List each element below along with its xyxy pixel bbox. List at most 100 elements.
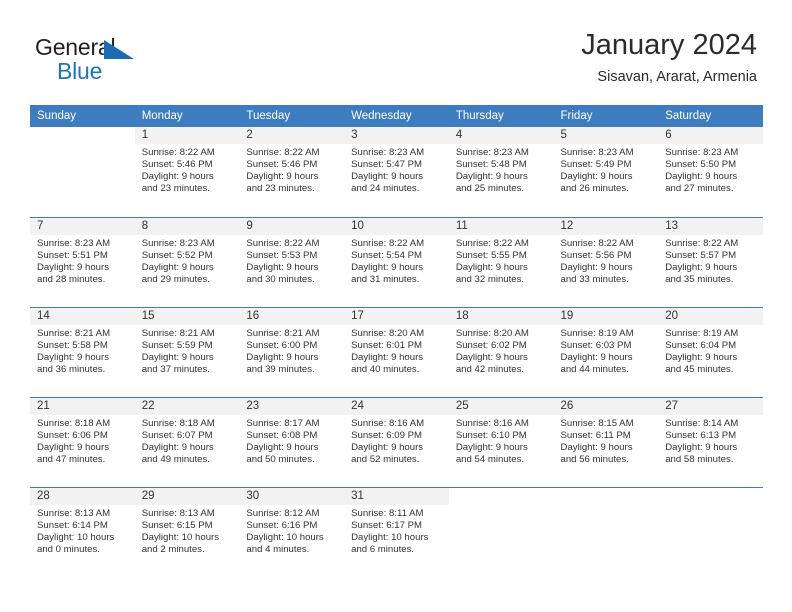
day-details: Sunrise: 8:23 AM Sunset: 5:47 PM Dayligh… [344, 144, 449, 195]
calendar-day-cell[interactable]: 23 Sunrise: 8:17 AM Sunset: 6:08 PM Dayl… [239, 396, 345, 487]
calendar-day-cell[interactable]: 29 Sunrise: 8:13 AM Sunset: 6:15 PM Dayl… [134, 486, 240, 577]
sunrise-text: Sunrise: 8:18 AM [37, 417, 111, 429]
calendar-day-cell[interactable]: 15 Sunrise: 8:21 AM Sunset: 5:59 PM Dayl… [134, 306, 240, 397]
sunrise-text: Sunrise: 8:22 AM [246, 147, 320, 158]
sunrise-text: Sunrise: 8:23 AM [665, 147, 739, 158]
daylight-text-line2: and 28 minutes. [37, 273, 106, 285]
calendar-day-cell[interactable] [658, 486, 763, 577]
calendar-day-cell[interactable]: 27 Sunrise: 8:14 AM Sunset: 6:13 PM Dayl… [658, 396, 763, 487]
calendar-day-cell[interactable]: 22 Sunrise: 8:18 AM Sunset: 6:07 PM Dayl… [134, 396, 240, 487]
calendar-body: 1 Sunrise: 8:22 AM Sunset: 5:46 PM Dayli… [30, 127, 763, 577]
day-cell-content: 1 Sunrise: 8:22 AM Sunset: 5:46 PM Dayli… [134, 127, 240, 216]
day-cell-content: 18 Sunrise: 8:20 AM Sunset: 6:02 PM Dayl… [448, 307, 554, 397]
daylight-text-line2: and 36 minutes. [37, 363, 106, 375]
calendar-day-cell[interactable]: 17 Sunrise: 8:20 AM Sunset: 6:01 PM Dayl… [344, 306, 449, 397]
sunrise-text: Sunrise: 8:19 AM [665, 327, 739, 339]
calendar-day-cell[interactable]: 25 Sunrise: 8:16 AM Sunset: 6:10 PM Dayl… [448, 396, 554, 487]
sunrise-text: Sunrise: 8:22 AM [560, 237, 634, 249]
calendar-day-cell[interactable]: 3 Sunrise: 8:23 AM Sunset: 5:47 PM Dayli… [344, 127, 449, 217]
calendar-day-cell[interactable]: 6 Sunrise: 8:23 AM Sunset: 5:50 PM Dayli… [658, 127, 763, 217]
daylight-text-line1: Daylight: 10 hours [37, 531, 115, 543]
weekday-header-friday: Friday [553, 105, 659, 127]
day-number: 6 [658, 127, 763, 144]
sunset-text: Sunset: 5:59 PM [141, 339, 213, 351]
day-cell-content: 27 Sunrise: 8:14 AM Sunset: 6:13 PM Dayl… [658, 397, 763, 487]
calendar-day-cell[interactable]: 12 Sunrise: 8:22 AM Sunset: 5:56 PM Dayl… [553, 216, 659, 307]
daylight-text-line1: Daylight: 9 hours [351, 171, 424, 183]
calendar-day-cell[interactable] [448, 486, 554, 577]
daylight-text-line1: Daylight: 9 hours [37, 441, 109, 453]
daylight-text-line2: and 23 minutes. [246, 183, 315, 195]
sunset-text: Sunset: 6:16 PM [246, 519, 318, 531]
day-cell-content: 9 Sunrise: 8:22 AM Sunset: 5:53 PM Dayli… [239, 217, 345, 307]
calendar-day-cell[interactable]: 28 Sunrise: 8:13 AM Sunset: 6:14 PM Dayl… [30, 486, 135, 577]
triangle-icon [104, 40, 134, 59]
calendar-day-cell[interactable]: 5 Sunrise: 8:23 AM Sunset: 5:49 PM Dayli… [553, 127, 659, 217]
daylight-text-line2: and 0 minutes. [37, 543, 100, 555]
sunset-text: Sunset: 6:15 PM [141, 519, 213, 531]
sunrise-text: Sunrise: 8:23 AM [37, 237, 111, 249]
day-cell-content: 19 Sunrise: 8:19 AM Sunset: 6:03 PM Dayl… [553, 307, 659, 397]
calendar-page: General Blue January 2024 Sisavan, Arara… [0, 0, 792, 612]
day-cell-content: 16 Sunrise: 8:21 AM Sunset: 6:00 PM Dayl… [239, 307, 345, 397]
day-cell-content: 14 Sunrise: 8:21 AM Sunset: 5:58 PM Dayl… [30, 307, 135, 397]
sunset-text: Sunset: 6:10 PM [455, 429, 527, 441]
daylight-text-line2: and 37 minutes. [141, 363, 210, 375]
day-details: Sunrise: 8:20 AM Sunset: 6:02 PM Dayligh… [449, 325, 554, 376]
day-cell-content: 31 Sunrise: 8:11 AM Sunset: 6:17 PM Dayl… [344, 487, 449, 577]
calendar-day-cell[interactable]: 14 Sunrise: 8:21 AM Sunset: 5:58 PM Dayl… [30, 306, 135, 397]
daylight-text-line1: Daylight: 9 hours [37, 261, 109, 273]
calendar-day-cell[interactable]: 11 Sunrise: 8:22 AM Sunset: 5:55 PM Dayl… [448, 216, 554, 307]
daylight-text-line1: Daylight: 9 hours [141, 351, 214, 363]
day-details: Sunrise: 8:22 AM Sunset: 5:46 PM Dayligh… [135, 144, 240, 195]
calendar-day-cell[interactable] [30, 127, 135, 217]
calendar-day-cell[interactable]: 18 Sunrise: 8:20 AM Sunset: 6:02 PM Dayl… [448, 306, 554, 397]
calendar-day-cell[interactable]: 30 Sunrise: 8:12 AM Sunset: 6:16 PM Dayl… [239, 486, 345, 577]
calendar-day-cell[interactable] [553, 486, 659, 577]
calendar-day-cell[interactable]: 24 Sunrise: 8:16 AM Sunset: 6:09 PM Dayl… [344, 396, 449, 487]
daylight-text-line1: Daylight: 9 hours [141, 171, 214, 183]
calendar-day-cell[interactable]: 10 Sunrise: 8:22 AM Sunset: 5:54 PM Dayl… [344, 216, 449, 307]
daylight-text-line2: and 47 minutes. [37, 453, 106, 465]
sunset-text: Sunset: 5:47 PM [351, 159, 423, 171]
calendar-day-cell[interactable]: 7 Sunrise: 8:23 AM Sunset: 5:51 PM Dayli… [30, 216, 135, 307]
sunset-text: Sunset: 6:17 PM [351, 519, 423, 531]
page-header: General Blue January 2024 Sisavan, Arara… [0, 28, 792, 98]
day-number: 22 [134, 397, 240, 415]
day-details: Sunrise: 8:21 AM Sunset: 5:59 PM Dayligh… [135, 325, 240, 376]
daylight-text-line2: and 50 minutes. [246, 453, 315, 465]
sunset-text: Sunset: 6:13 PM [665, 429, 737, 441]
calendar-day-cell[interactable]: 26 Sunrise: 8:15 AM Sunset: 6:11 PM Dayl… [553, 396, 659, 487]
daylight-text-line2: and 56 minutes. [560, 453, 629, 465]
day-number: 1 [134, 127, 240, 144]
daylight-text-line1: Daylight: 9 hours [141, 261, 214, 273]
calendar-day-cell[interactable]: 2 Sunrise: 8:22 AM Sunset: 5:46 PM Dayli… [239, 127, 345, 217]
sunrise-text: Sunrise: 8:16 AM [351, 417, 425, 429]
general-blue-logo[interactable]: General Blue [35, 36, 155, 92]
daylight-text-line2: and 39 minutes. [246, 363, 315, 375]
daylight-text-line1: Daylight: 9 hours [455, 261, 528, 273]
calendar-day-cell[interactable]: 13 Sunrise: 8:22 AM Sunset: 5:57 PM Dayl… [658, 216, 763, 307]
calendar-day-cell[interactable]: 8 Sunrise: 8:23 AM Sunset: 5:52 PM Dayli… [134, 216, 240, 307]
day-cell-content: 6 Sunrise: 8:23 AM Sunset: 5:50 PM Dayli… [658, 127, 763, 216]
daylight-text-line2: and 31 minutes. [351, 273, 420, 285]
daylight-text-line2: and 25 minutes. [455, 183, 525, 195]
day-number: 19 [553, 307, 659, 325]
calendar-day-cell[interactable]: 20 Sunrise: 8:19 AM Sunset: 6:04 PM Dayl… [658, 306, 763, 397]
sunset-text: Sunset: 5:58 PM [37, 339, 108, 351]
sunrise-text: Sunrise: 8:13 AM [37, 507, 111, 519]
calendar-day-cell[interactable]: 1 Sunrise: 8:22 AM Sunset: 5:46 PM Dayli… [134, 127, 240, 217]
calendar-day-cell[interactable]: 21 Sunrise: 8:18 AM Sunset: 6:06 PM Dayl… [30, 396, 135, 487]
day-details: Sunrise: 8:21 AM Sunset: 5:58 PM Dayligh… [30, 325, 135, 376]
calendar-day-cell[interactable]: 9 Sunrise: 8:22 AM Sunset: 5:53 PM Dayli… [239, 216, 345, 307]
daylight-text-line1: Daylight: 9 hours [141, 441, 214, 453]
calendar-day-cell[interactable]: 19 Sunrise: 8:19 AM Sunset: 6:03 PM Dayl… [553, 306, 659, 397]
calendar-day-cell[interactable]: 4 Sunrise: 8:23 AM Sunset: 5:48 PM Dayli… [448, 127, 554, 217]
calendar-week-row: 14 Sunrise: 8:21 AM Sunset: 5:58 PM Dayl… [30, 306, 763, 397]
daylight-text-line1: Daylight: 9 hours [246, 171, 319, 183]
calendar-day-cell[interactable]: 31 Sunrise: 8:11 AM Sunset: 6:17 PM Dayl… [344, 486, 449, 577]
day-cell-content: 20 Sunrise: 8:19 AM Sunset: 6:04 PM Dayl… [658, 307, 763, 397]
calendar-day-cell[interactable]: 16 Sunrise: 8:21 AM Sunset: 6:00 PM Dayl… [239, 306, 345, 397]
day-cell-content: 21 Sunrise: 8:18 AM Sunset: 6:06 PM Dayl… [30, 397, 135, 487]
daylight-text-line2: and 30 minutes. [246, 273, 315, 285]
